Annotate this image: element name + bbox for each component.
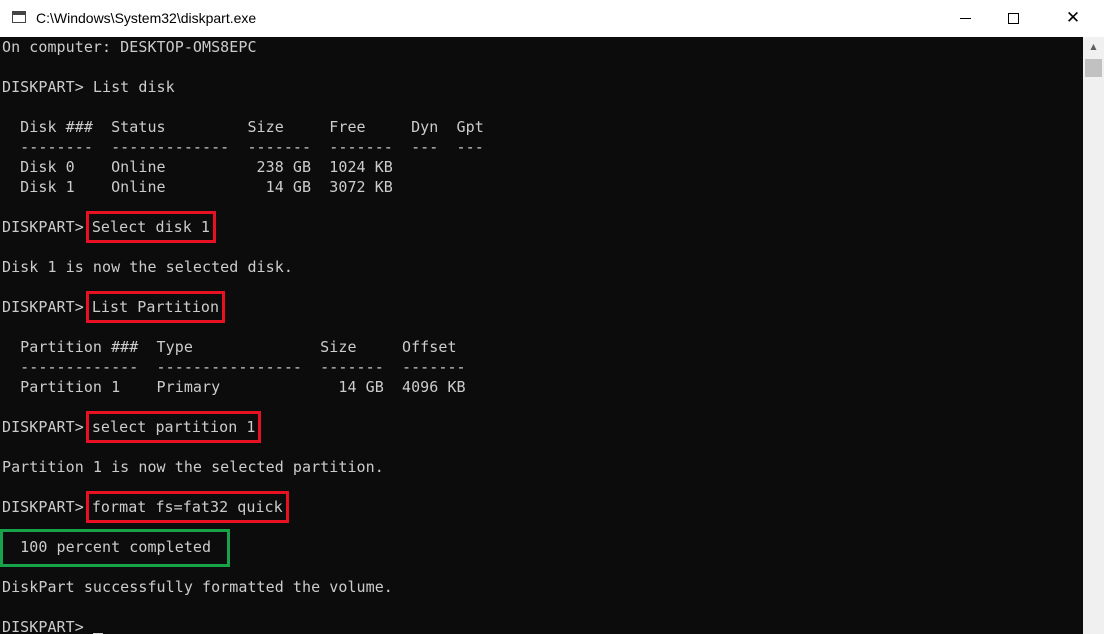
prompt: DISKPART> (2, 418, 84, 436)
partition-table-separator: ------------- ---------------- ------- -… (2, 358, 466, 376)
title-bar[interactable]: C:\Windows\System32\diskpart.exe ✕ (0, 0, 1104, 37)
window-title: C:\Windows\System32\diskpart.exe (36, 10, 257, 26)
vertical-scrollbar[interactable]: ▲ (1083, 37, 1104, 634)
close-button[interactable]: ✕ (1050, 0, 1096, 37)
partition-table-row: Partition 1 Primary 14 GB 4096 KB (2, 378, 466, 396)
prompt: DISKPART> (2, 498, 84, 516)
disk-table-header: Disk ### Status Size Free Dyn Gpt (2, 118, 484, 136)
maximize-button[interactable] (990, 0, 1036, 37)
diskpart-window: C:\Windows\System32\diskpart.exe ✕ On co… (0, 0, 1104, 634)
console-line: Partition 1 is now the selected partitio… (2, 458, 384, 476)
console-line: On computer: DESKTOP-OMS8EPC (2, 38, 257, 56)
format-progress-line: 100 percent completed (2, 538, 212, 556)
prompt-line: DISKPART> Select disk 1 (2, 211, 217, 243)
console-output[interactable]: On computer: DESKTOP-OMS8EPC DISKPART> L… (0, 37, 1083, 634)
prompt: DISKPART> (2, 218, 84, 236)
chevron-up-icon: ▲ (1090, 41, 1097, 51)
select-disk-command: Select disk 1 (85, 211, 217, 243)
maximize-icon (1007, 13, 1019, 24)
prompt-line: DISKPART> format fs=fat32 quick (2, 491, 289, 523)
prompt: DISKPART> (2, 298, 84, 316)
console-app-icon (12, 11, 26, 23)
console-line: Disk 1 is now the selected disk. (2, 258, 293, 276)
minimize-icon (959, 18, 971, 19)
minimize-button[interactable] (942, 0, 988, 37)
list-partition-command: List Partition (85, 291, 226, 323)
disk-table-row: Disk 0 Online 238 GB 1024 KB (2, 158, 393, 176)
format-command: format fs=fat32 quick (85, 491, 289, 523)
console-line: DiskPart successfully formatted the volu… (2, 578, 393, 596)
close-icon: ✕ (1065, 8, 1081, 28)
prompt-line: DISKPART> (2, 617, 103, 634)
prompt: DISKPART> (2, 618, 93, 634)
disk-table-separator: -------- ------------- ------- ------- -… (2, 138, 484, 156)
prompt-line: DISKPART> List Partition (2, 291, 226, 323)
scrollbar-thumb[interactable] (1085, 59, 1102, 77)
prompt-line: DISKPART> select partition 1 (2, 411, 262, 443)
console-line: DISKPART> List disk (2, 78, 175, 96)
disk-table-row: Disk 1 Online 14 GB 3072 KB (2, 178, 393, 196)
select-partition-command: select partition 1 (85, 411, 262, 443)
scroll-up-button[interactable]: ▲ (1083, 37, 1104, 55)
partition-table-header: Partition ### Type Size Offset (2, 338, 457, 356)
